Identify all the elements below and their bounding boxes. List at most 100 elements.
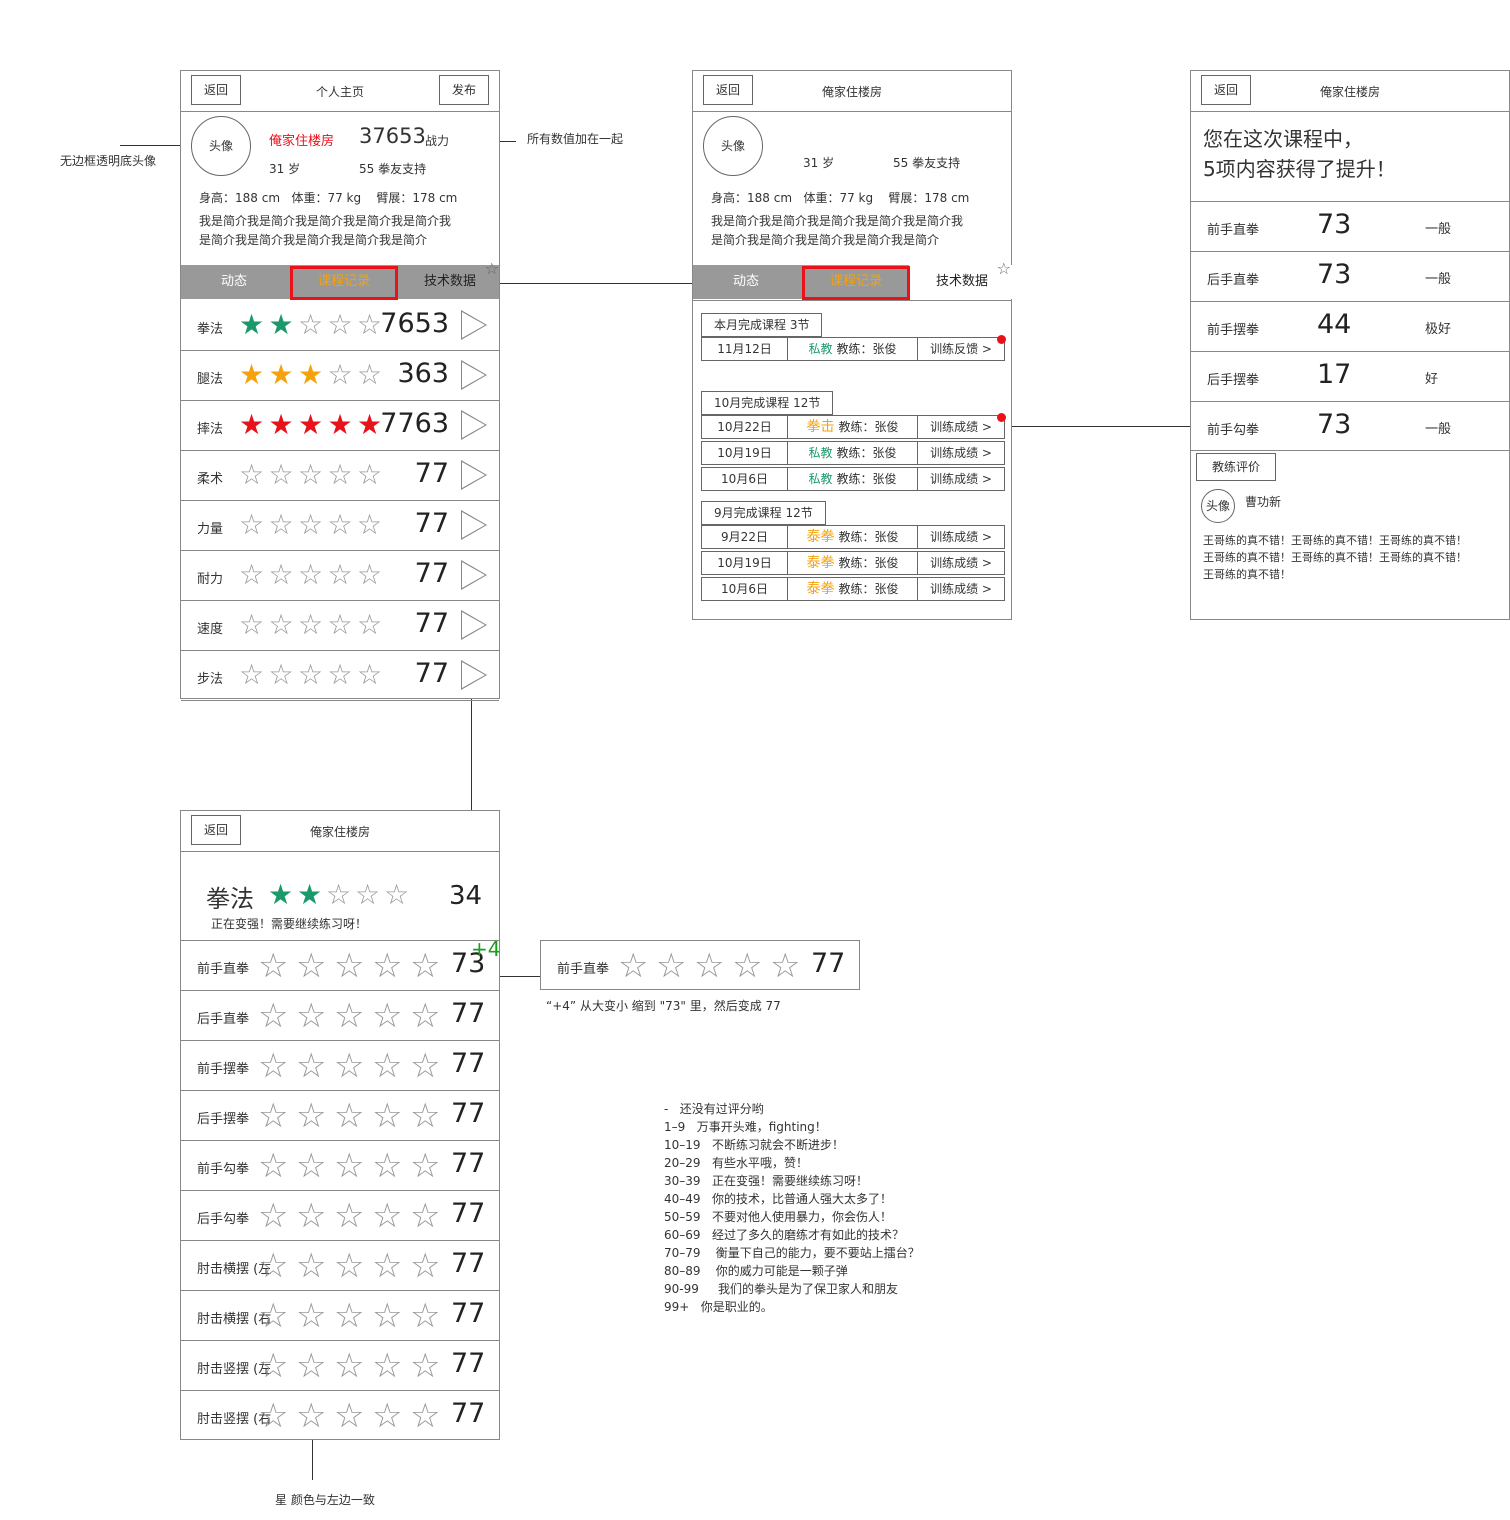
star-empty-icon: ☆ [372,1396,403,1436]
coach-avatar[interactable]: 头像 [1201,489,1235,523]
course-row[interactable]: 10月19日 私教 教练：张俊 训练成绩 > [701,441,1005,465]
star-empty-icon: ☆ [298,658,324,691]
star-empty-icon: ☆ [372,1046,403,1086]
star-empty-icon: ☆ [384,878,410,911]
skill-row[interactable]: 腿法 ★ ★ ★ ☆ ☆ 363 [181,351,499,401]
result-grade: 好 [1425,372,1439,387]
star-empty-icon: ☆ [296,1146,327,1186]
detail-row[interactable]: 肘击竖摆 (左 ☆ ☆ ☆ ☆ ☆ 77 [181,1340,499,1390]
skill-row[interactable]: 拳法 ★ ★ ☆ ☆ ☆ 7653 [181,301,499,351]
course-action-link[interactable]: 训练反馈 > [918,338,1004,360]
star-empty-icon: ☆ [334,946,365,986]
skill-row[interactable]: 速度 ☆ ☆ ☆ ☆ ☆ 77 [181,601,499,651]
star-icon[interactable]: ☆ [485,259,499,278]
course-action-link[interactable]: 训练成绩 > [918,442,1004,464]
star-filled-icon: ★ [239,408,265,441]
detail-row[interactable]: 肘击竖摆 (右 ☆ ☆ ☆ ☆ ☆ 77 [181,1390,499,1440]
star-empty-icon: ☆ [357,658,383,691]
play-arrow-icon[interactable] [461,310,487,340]
star-icon[interactable]: ☆ [997,259,1011,278]
course-row[interactable]: 10月6日 私教 教练：张俊 训练成绩 > [701,467,1005,491]
play-arrow-icon[interactable] [461,660,487,690]
skill-label: 柔术 [197,472,224,487]
avatar-annotation: 无边框透明底头像 [60,154,157,168]
course-row[interactable]: 10月22日 拳击 教练：张俊 训练成绩 > [701,415,1005,439]
star-empty-icon: ☆ [258,1046,289,1086]
skill-label: 速度 [197,622,224,637]
course-type: 私教 [808,472,833,486]
course-info: 拳击 教练：张俊 [788,416,918,438]
grade-list-item: 70–79 衡量下自己的能力，要不要站上擂台？ [664,1246,920,1260]
star-empty-icon: ☆ [298,308,324,341]
play-arrow-icon[interactable] [461,560,487,590]
star-empty-icon: ☆ [410,946,441,986]
star-empty-icon: ☆ [327,358,353,391]
course-action-link[interactable]: 训练成绩 > [918,552,1004,574]
course-action-link[interactable]: 训练成绩 > [918,468,1004,490]
grade-list-item: 60–69 经过了多久的磨练才有如此的技术？ [664,1228,904,1242]
detail-row[interactable]: 前手直拳 ☆ ☆ ☆ ☆ ☆ 73 [181,940,499,990]
avatar[interactable]: 头像 [191,116,251,176]
comment-line-1: 王哥练的真不错！王哥练的真不错！王哥练的真不错！ [1203,534,1467,547]
skill-row[interactable]: 摔法 ★ ★ ★ ★ ★ 7763 [181,401,499,451]
profile-header: 返回 个人主页 发布 [181,71,499,112]
detail-row[interactable]: 肘击横摆 (左 ☆ ☆ ☆ ☆ ☆ 77 [181,1240,499,1290]
detail-row[interactable]: 前手摆拳 ☆ ☆ ☆ ☆ ☆ 77 [181,1040,499,1090]
play-arrow-icon[interactable] [461,360,487,390]
star-empty-icon: ☆ [327,608,353,641]
play-arrow-icon[interactable] [461,610,487,640]
star-empty-icon: ☆ [258,1346,289,1386]
skill-row[interactable]: 步法 ☆ ☆ ☆ ☆ ☆ 77 [181,651,499,701]
skill-row[interactable]: 柔术 ☆ ☆ ☆ ☆ ☆ 77 [181,451,499,501]
course-info: 私教 教练：张俊 [788,468,918,490]
star-empty-icon: ☆ [268,608,294,641]
courses-screen: 返回 俺家住楼房 头像 31 岁 55 拳友支持 身高：188 cm 体重：77… [692,70,1015,620]
item-value: 77 [811,948,846,979]
course-type: 泰拳 [806,581,835,597]
star-empty-icon: ☆ [258,1146,289,1186]
detail-row[interactable]: 前手勾拳 ☆ ☆ ☆ ☆ ☆ 77 [181,1140,499,1190]
star-empty-icon: ☆ [357,458,383,491]
tab-coach-review[interactable]: 教练评价 [1196,453,1276,481]
course-row[interactable]: 9月22日 泰拳 教练：张俊 训练成绩 > [701,525,1005,549]
detail-label: 后手勾拳 [197,1212,250,1227]
publish-button[interactable]: 发布 [439,75,489,105]
course-coach: 教练：张俊 [836,446,897,460]
avatar[interactable]: 头像 [703,116,763,176]
star-empty-icon: ☆ [334,1346,365,1386]
course-action-link[interactable]: 训练成绩 > [918,416,1004,438]
course-row[interactable]: 10月6日 泰拳 教练：张俊 训练成绩 > [701,577,1005,601]
course-type: 泰拳 [806,555,835,571]
course-date: 11月12日 [702,338,788,360]
star-empty-icon: ☆ [334,1196,365,1236]
course-action-link[interactable]: 训练成绩 > [918,578,1004,600]
page-title: 俺家住楼房 [1319,85,1380,99]
star-empty-icon: ☆ [410,996,441,1036]
tab-feed[interactable]: 动态 [181,265,287,299]
detail-value: 77 [451,1348,486,1379]
play-arrow-icon[interactable] [461,510,487,540]
grade-list: - 还没有过评分哟 1–9 万事开头难，fighting！ 10–19 不断练习就会… [664,1100,920,1316]
profile-screen: 返回 个人主页 发布 头像 俺家住楼房 37653 战力 31 岁 55 拳友支… [180,70,500,701]
detail-row[interactable]: 后手摆拳 ☆ ☆ ☆ ☆ ☆ 77 [181,1090,499,1140]
detail-row[interactable]: 肘击横摆 (右 ☆ ☆ ☆ ☆ ☆ 77 [181,1290,499,1340]
detail-header: 返回 俺家住楼房 [181,811,499,852]
star-empty-icon: ☆ [296,1296,327,1336]
skill-row[interactable]: 耐力 ☆ ☆ ☆ ☆ ☆ 77 [181,551,499,601]
detail-value: 77 [451,1048,486,1079]
grade-list-item: 80–89 你的威力可能是一颗子弹 [664,1264,848,1278]
course-info: 泰拳 教练：张俊 [788,526,918,548]
tab-feed[interactable]: 动态 [693,265,799,299]
course-row[interactable]: 10月19日 泰拳 教练：张俊 训练成绩 > [701,551,1005,575]
detail-row[interactable]: 后手直拳 ☆ ☆ ☆ ☆ ☆ 77 [181,990,499,1040]
star-filled-icon: ★ [297,878,323,911]
play-arrow-icon[interactable] [461,460,487,490]
page-title: 俺家住楼房 [309,825,370,839]
course-action-link[interactable]: 训练成绩 > [918,526,1004,548]
play-arrow-icon[interactable] [461,410,487,440]
course-row[interactable]: 11月12日 私教 教练：张俊 训练反馈 > [701,337,1005,361]
course-date: 10月19日 [702,442,788,464]
star-empty-icon: ☆ [258,1196,289,1236]
detail-row[interactable]: 后手勾拳 ☆ ☆ ☆ ☆ ☆ 77 [181,1190,499,1240]
skill-row[interactable]: 力量 ☆ ☆ ☆ ☆ ☆ 77 [181,501,499,551]
